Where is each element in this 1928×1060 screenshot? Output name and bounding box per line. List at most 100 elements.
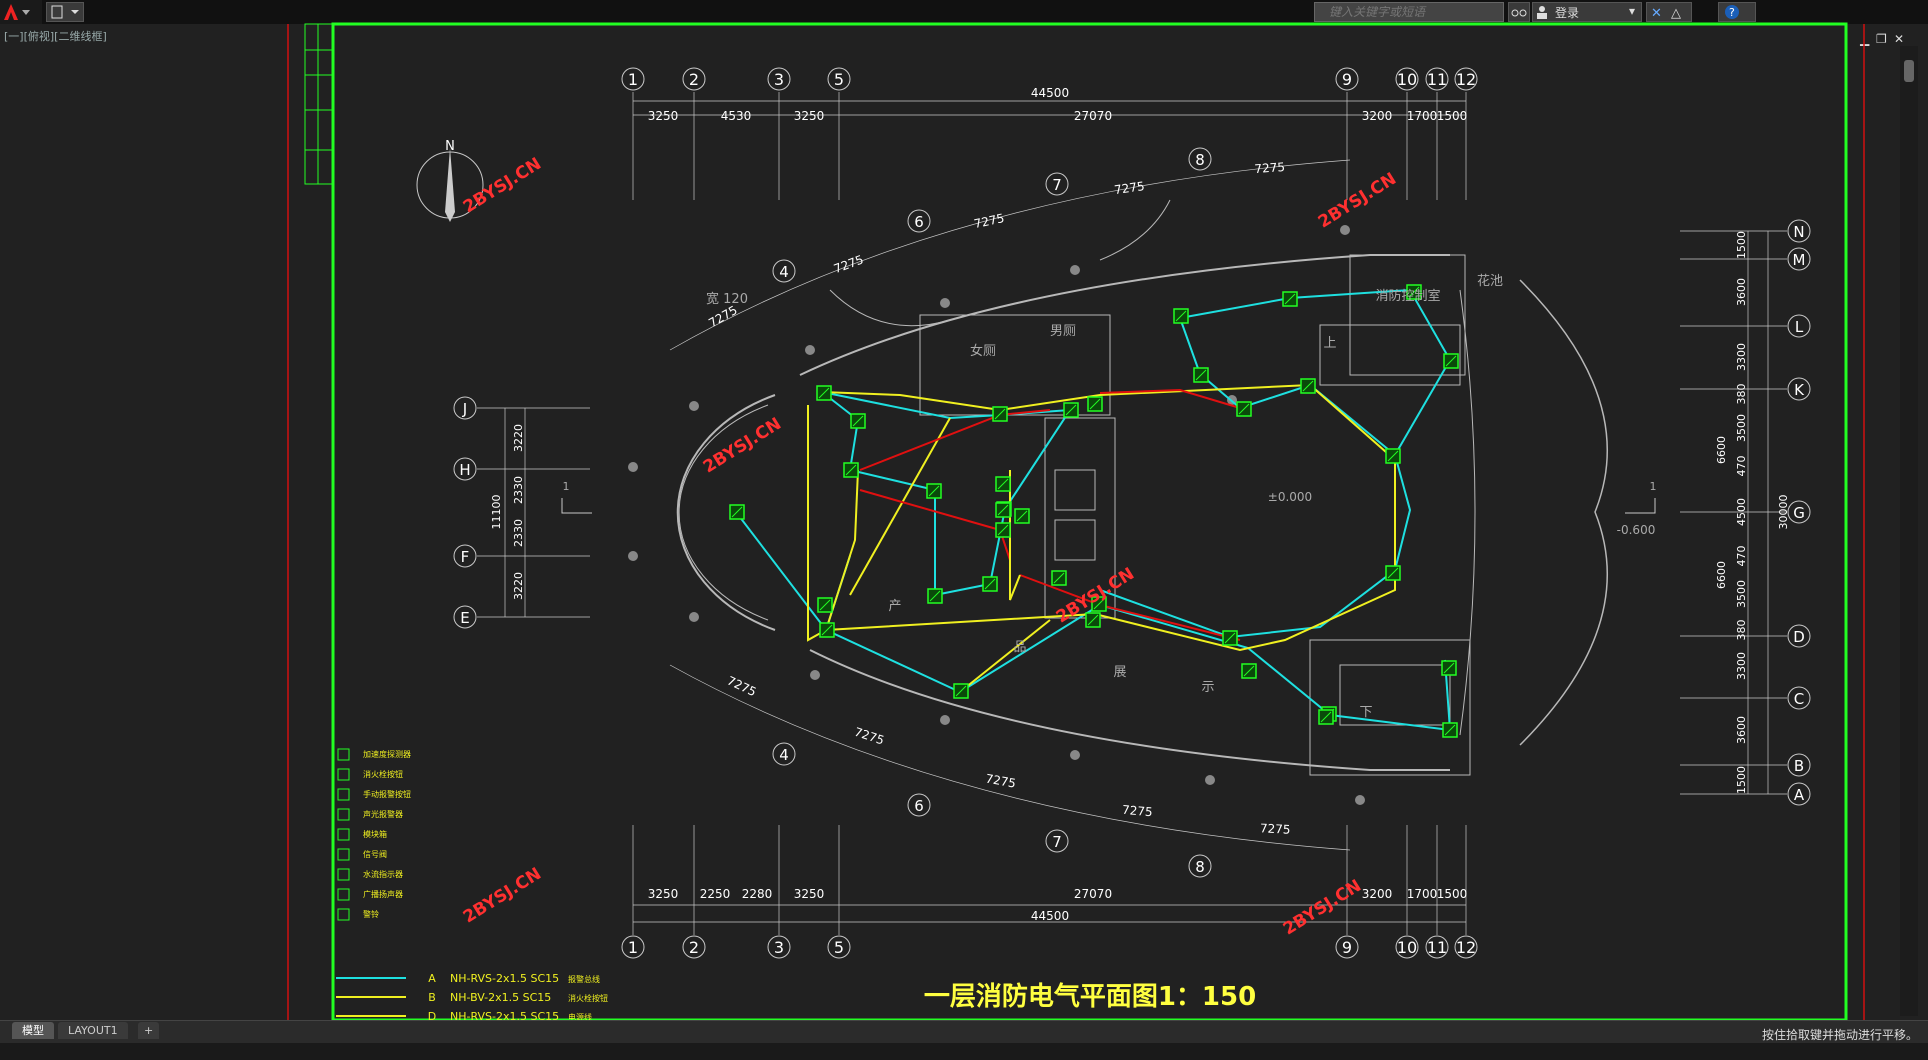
room-label: 宽 120 (706, 291, 748, 307)
axis-label-G: G (1793, 504, 1805, 522)
watermark-text: 2BYSJ.CN (460, 154, 545, 218)
dim-left-total: 11100 (490, 495, 503, 530)
arc-dim: 7275 (853, 725, 886, 748)
add-layout-button[interactable]: + (138, 1022, 160, 1039)
axis-label-9: 9 (1342, 938, 1352, 957)
legend-label: 广播扬声器 (363, 889, 403, 899)
drawing-title: 一层消防电气平面图1：150 (924, 981, 1256, 1012)
legend-label: 手动报警按钮 (363, 789, 411, 799)
arc-dim-bottom (669, 664, 1351, 851)
tab-layout1[interactable]: LAYOUT1 (58, 1022, 128, 1039)
cable-spec: NH-RVS-2x1.5 SC15 (450, 972, 559, 985)
section-mark-icon (561, 498, 592, 514)
axis-label-11: 11 (1427, 70, 1447, 89)
legend-label: 模块箱 (363, 829, 387, 839)
dim-bottom: 2250 (700, 887, 731, 901)
dim-top: 27070 (1074, 109, 1112, 123)
dim-right: 470 (1735, 456, 1748, 477)
dim-top: 3250 (794, 109, 825, 123)
dim-top: 3200 (1362, 109, 1393, 123)
legend-label: 声光报警器 (363, 809, 403, 819)
axis-label-curve: 7 (1052, 176, 1062, 194)
elevation-label: ±0.000 (1268, 490, 1312, 504)
dim-right: 3600 (1735, 716, 1748, 744)
status-message: 按住拾取键并拖动进行平移。 (1761, 1028, 1918, 1042)
axis-label-F: F (461, 548, 470, 566)
legend-label: 水流指示器 (363, 869, 403, 879)
section-mark: 1 (1650, 480, 1657, 493)
alarm-devices (729, 284, 1459, 738)
axis-label-10: 10 (1397, 70, 1417, 89)
room-label: 下 (1359, 705, 1372, 720)
title-block-strip (304, 23, 334, 185)
arc-dim: 7275 (1122, 803, 1154, 820)
room-label: 女厕 (970, 343, 996, 359)
drawing-frame (331, 22, 1848, 1020)
watermark-text: 2BYSJ.CN (460, 864, 545, 928)
red-feed (1099, 388, 1241, 409)
dim-right: 3600 (1735, 278, 1748, 306)
arc-dim: 7275 (1113, 179, 1145, 197)
legend-symbol (337, 888, 350, 901)
room-label: 消防控制室 (1375, 288, 1440, 304)
dim-total-top: 44500 (1031, 86, 1069, 100)
dim-top: 3250 (648, 109, 679, 123)
dim-bottom: 3250 (794, 887, 825, 901)
dim-right: 1500 (1735, 231, 1748, 259)
axis-label-5: 5 (834, 938, 844, 957)
cable-spec: NH-BV-2x1.5 SC15 (450, 991, 551, 1004)
axis-label-A: A (1794, 786, 1805, 804)
cable-code: B (428, 991, 436, 1004)
dim-right: 1500 (1735, 766, 1748, 794)
dim-left: 3220 (512, 572, 525, 600)
column (1070, 750, 1080, 760)
legend-label: 消火栓按钮 (363, 769, 403, 779)
dim-top: 1700 (1407, 109, 1438, 123)
arc-dim-top (669, 159, 1351, 351)
dim-total-bottom: 44500 (1031, 909, 1069, 923)
layout-tab-bar (0, 1020, 1928, 1043)
axis-label-H: H (459, 461, 470, 479)
dim-right-mid: 6600 (1715, 436, 1728, 464)
dim-bottom: 27070 (1074, 887, 1112, 901)
axis-label-11: 11 (1427, 938, 1447, 957)
dim-left: 2330 (512, 476, 525, 504)
section-mark: 1 (563, 480, 570, 493)
axis-label-M: M (1793, 251, 1806, 269)
building-outline (628, 199, 1608, 805)
legend-label: 信号阀 (363, 849, 387, 859)
column (689, 612, 699, 622)
dim-right-total: 30000 (1777, 495, 1790, 530)
legend-label: 加速度探测器 (363, 749, 411, 759)
legend-symbol (337, 768, 350, 781)
dim-left: 2330 (512, 519, 525, 547)
axis-label-9: 9 (1342, 70, 1352, 89)
watermark-text: 2BYSJ.CN (1315, 169, 1400, 233)
entrance-curve (1099, 199, 1171, 261)
axis-label-3: 3 (774, 938, 784, 957)
dim-bottom: 3250 (648, 887, 679, 901)
axis-label-curve: 6 (914, 797, 924, 815)
cable-code: D (428, 1010, 436, 1020)
watermark-text: 2BYSJ.CN (1280, 876, 1365, 940)
column (1070, 265, 1080, 275)
east-inner-wall (1459, 289, 1476, 736)
legend-symbol (337, 868, 350, 881)
axis-label-J: J (462, 400, 467, 418)
axis-label-curve: 8 (1195, 858, 1205, 876)
tab-model[interactable]: 模型 (12, 1022, 54, 1039)
axis-label-12: 12 (1456, 70, 1476, 89)
axis-label-curve: 4 (779, 263, 789, 281)
axis-label-curve: 7 (1052, 833, 1062, 851)
legend-symbol (337, 908, 350, 921)
elevator-2 (1054, 519, 1096, 561)
column (940, 298, 950, 308)
axis-label-K: K (1794, 381, 1805, 399)
dim-bottom: 1500 (1437, 887, 1468, 901)
status-bar (0, 1043, 1928, 1060)
dim-bottom: 2280 (742, 887, 773, 901)
dim-top: 1500 (1437, 109, 1468, 123)
dim-right-mid: 6600 (1715, 561, 1728, 589)
cable-spec: NH-RVS-2x1.5 SC15 (450, 1010, 559, 1020)
dim-right: 3500 (1735, 580, 1748, 608)
